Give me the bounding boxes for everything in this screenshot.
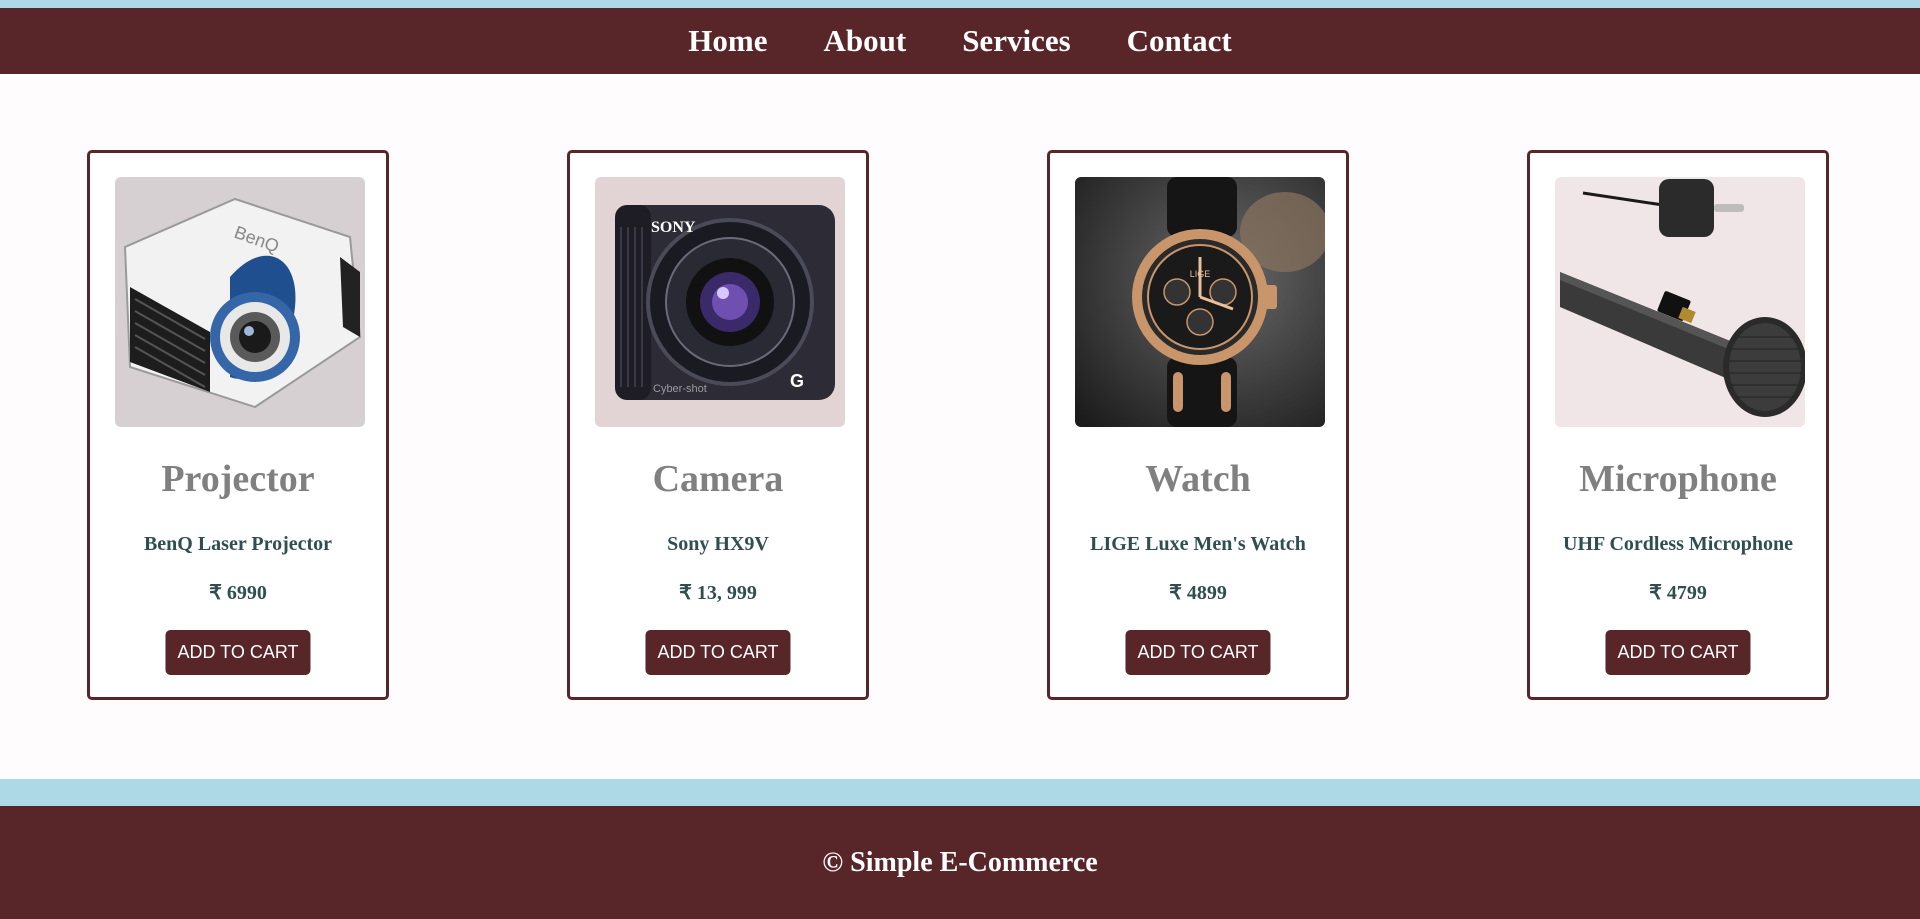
nav-link-home[interactable]: Home [688,23,767,59]
add-to-cart-button[interactable]: ADD TO CART [165,630,311,675]
camera-model-mark: G [790,371,804,391]
top-navbar: Home About Services Contact [0,8,1920,74]
projector-image: BenQ [115,177,365,427]
nav-link-services[interactable]: Services [962,23,1070,59]
product-price: ₹ 4899 [1169,582,1227,604]
add-to-cart-button[interactable]: ADD TO CART [1125,630,1271,675]
camera-brand-text: SONY [651,219,696,236]
camera-image: SONY Cyber-shot G [595,177,845,427]
product-price: ₹ 6990 [209,582,267,604]
add-to-cart-button[interactable]: ADD TO CART [645,630,791,675]
product-card-watch: LIGE Watch LIGE Luxe Men's Watch ₹ 4899 … [1047,150,1349,700]
footer-copyright: © Simple E-Commerce [822,846,1098,878]
product-card-projector: BenQ Projector BenQ Laser Projector ₹ 69… [87,150,389,700]
add-to-cart-button[interactable]: ADD TO CART [1605,630,1751,675]
product-price: ₹ 13, 999 [679,582,757,604]
product-card-microphone: Microphone UHF Cordless Microphone ₹ 479… [1527,150,1829,700]
camera-series-text: Cyber-shot [653,383,707,395]
product-subtitle: Sony HX9V [667,533,769,555]
product-subtitle: UHF Cordless Microphone [1563,533,1793,555]
product-title: Microphone [1579,458,1777,500]
product-title: Projector [161,458,315,500]
products-section: BenQ Projector BenQ Laser Projector ₹ 69… [0,74,1920,779]
nav-link-contact[interactable]: Contact [1127,23,1232,59]
microphone-image [1555,177,1805,427]
product-card-camera: SONY Cyber-shot G Camera Sony HX9V ₹ 13,… [567,150,869,700]
product-title: Watch [1145,458,1251,500]
product-price: ₹ 4799 [1649,582,1707,604]
site-footer: © Simple E-Commerce [0,806,1920,919]
watch-image: LIGE [1075,177,1325,427]
watch-brand-text: LIGE [1190,269,1211,279]
product-subtitle: BenQ Laser Projector [143,533,333,555]
product-subtitle: LIGE Luxe Men's Watch [1090,533,1306,555]
product-title: Camera [652,458,784,500]
nav-link-about[interactable]: About [823,23,906,59]
